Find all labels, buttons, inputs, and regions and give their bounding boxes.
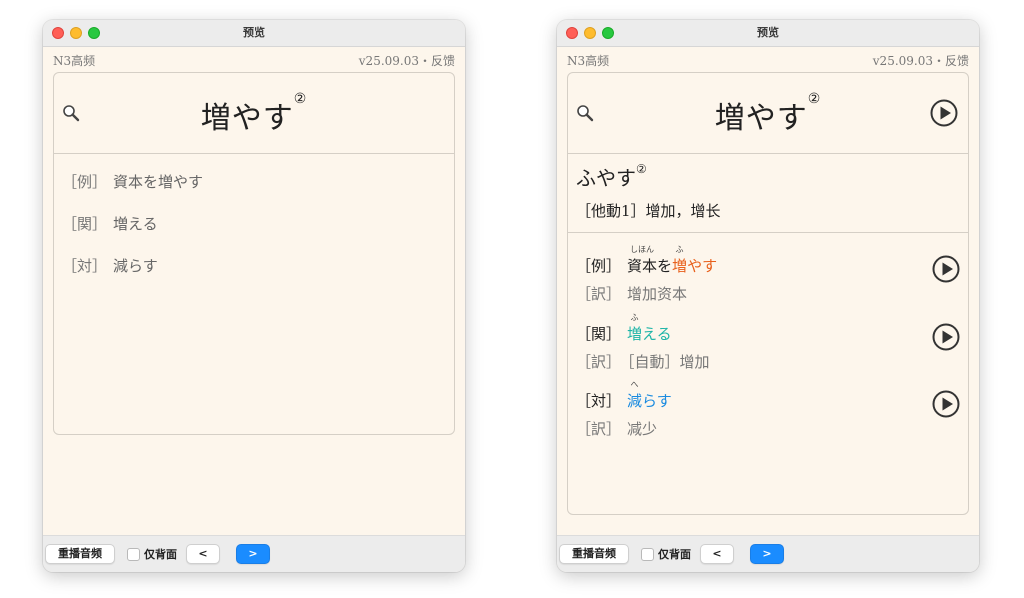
related-translation: ［訳］ ［自動］增加	[576, 351, 710, 372]
relation-example: ［例］ 資本を増やす	[62, 171, 203, 192]
meaning: ［他動1］增加，增长	[576, 202, 721, 220]
reading-text: ふやす	[576, 166, 636, 190]
headword-section: 増やす②	[568, 73, 968, 154]
relation-text: 減らす	[113, 257, 158, 275]
ruby-word: 資本 しほん	[627, 245, 658, 276]
translation-text: ［自動］增加	[627, 353, 710, 371]
replay-audio-button[interactable]: 重播音频	[559, 544, 629, 564]
translation-text: 增加资本	[627, 285, 688, 303]
relation-antonym: ［対］ 減らす	[62, 255, 158, 276]
back-only-label: 仅背面	[658, 548, 691, 561]
version-feedback-link[interactable]: v25.09.03・反馈	[359, 52, 455, 69]
highlight-text: える	[642, 325, 672, 343]
ruby-base: 減	[627, 392, 643, 410]
deck-name: N3高频	[53, 54, 96, 68]
bottom-toolbar: 重播音频 仅背面 < >	[557, 535, 979, 572]
version-feedback-link[interactable]: v25.09.03・反馈	[873, 52, 969, 69]
deck-name: N3高频	[567, 54, 610, 68]
replay-audio-button[interactable]: 重播音频	[45, 544, 115, 564]
reading-accent: ②	[636, 162, 647, 176]
back-only-checkbox[interactable]	[641, 547, 654, 561]
ruby-word: 増ふ	[672, 245, 688, 276]
related-tag: ［関］	[576, 325, 622, 343]
bottom-toolbar: 重播音频 仅背面 < >	[43, 535, 465, 572]
next-button[interactable]: >	[236, 544, 270, 564]
play-icon[interactable]	[932, 323, 960, 351]
back-only-toggle[interactable]: 仅背面	[641, 546, 691, 564]
antonym-row: ［対］ 減へらす ［訳］ 减少	[576, 374, 968, 439]
previous-button[interactable]: <	[700, 544, 734, 564]
highlight-text: らす	[642, 392, 672, 410]
relation-tag: ［対］	[62, 257, 108, 275]
related-row: ［関］ 増ふえる ［訳］ ［自動］增加	[576, 307, 968, 372]
play-icon[interactable]	[932, 255, 960, 283]
pitch-accent: ②	[807, 91, 822, 107]
play-icon[interactable]	[930, 99, 958, 127]
translation-text: 减少	[627, 420, 658, 438]
ruby-word: 減へ	[627, 380, 643, 411]
furigana: ふ	[675, 245, 684, 254]
headword: 増やす②	[568, 91, 968, 137]
antonym-translation: ［訳］ 减少	[576, 418, 657, 439]
example-tag: ［例］	[576, 257, 622, 275]
headword-text: 増やす	[200, 101, 294, 136]
titlebar: 预览	[557, 20, 979, 47]
next-button[interactable]: >	[750, 544, 784, 564]
antonym-word: ［対］ 減へらす	[576, 380, 672, 411]
preview-window-back: 预览 N3高频 v25.09.03・反馈 増やす② ふやす② ［他動1］增加，增…	[557, 20, 979, 572]
card-header-bar: N3高频 v25.09.03・反馈	[567, 50, 969, 68]
preview-window-front: 预览 N3高频 v25.09.03・反馈 増やす② ［例］ 資本を増やす ［関］ 増…	[43, 20, 465, 572]
pitch-accent: ②	[293, 91, 308, 107]
translation-tag: ［訳］	[576, 285, 622, 303]
flashcard-back: 増やす② ふやす② ［他動1］增加，增长 ［例］ 資本 しほん を増ふやす ［訳］ 增加…	[567, 72, 969, 515]
furigana: しほん	[630, 245, 655, 254]
reading: ふやす②	[576, 162, 647, 191]
headword-section: 増やす②	[54, 73, 454, 154]
ruby-word: 増ふ	[627, 313, 643, 344]
back-only-checkbox[interactable]	[127, 547, 140, 561]
furigana: へ	[630, 380, 639, 389]
headword-text: 増やす	[714, 101, 808, 136]
example-translation: ［訳］ 增加资本	[576, 283, 687, 304]
antonym-tag: ［対］	[576, 392, 622, 410]
ruby-base: 資本	[627, 257, 658, 275]
window-title: 预览	[757, 26, 779, 39]
ruby-base: 増	[627, 325, 643, 343]
reading-section: ふやす② ［他動1］增加，增长	[568, 154, 968, 233]
relation-text: 資本を増やす	[113, 173, 204, 191]
highlight-text: やす	[687, 257, 718, 275]
translation-tag: ［訳］	[576, 353, 622, 371]
relation-tag: ［関］	[62, 215, 108, 233]
relation-related: ［関］ 増える	[62, 213, 158, 234]
translation-tag: ［訳］	[576, 420, 622, 438]
card-header-bar: N3高频 v25.09.03・反馈	[53, 50, 455, 68]
headword: 増やす②	[54, 91, 454, 137]
window-title: 预览	[243, 26, 265, 39]
related-word: ［関］ 増ふえる	[576, 313, 672, 344]
flashcard-front: 増やす② ［例］ 資本を増やす ［関］ 増える ［対］ 減らす	[53, 72, 455, 435]
relation-text: 増える	[113, 215, 158, 233]
example-sentence: ［例］ 資本 しほん を増ふやす	[576, 245, 718, 276]
back-only-toggle[interactable]: 仅背面	[127, 546, 177, 564]
example-row: ［例］ 資本 しほん を増ふやす ［訳］ 增加资本	[576, 239, 968, 304]
play-icon[interactable]	[932, 390, 960, 418]
ruby-base: 増	[672, 257, 688, 275]
previous-button[interactable]: <	[186, 544, 220, 564]
sentence-text: を	[657, 257, 673, 275]
back-only-label: 仅背面	[144, 548, 177, 561]
furigana: ふ	[630, 313, 639, 322]
relation-tag: ［例］	[62, 173, 108, 191]
titlebar: 预览	[43, 20, 465, 47]
